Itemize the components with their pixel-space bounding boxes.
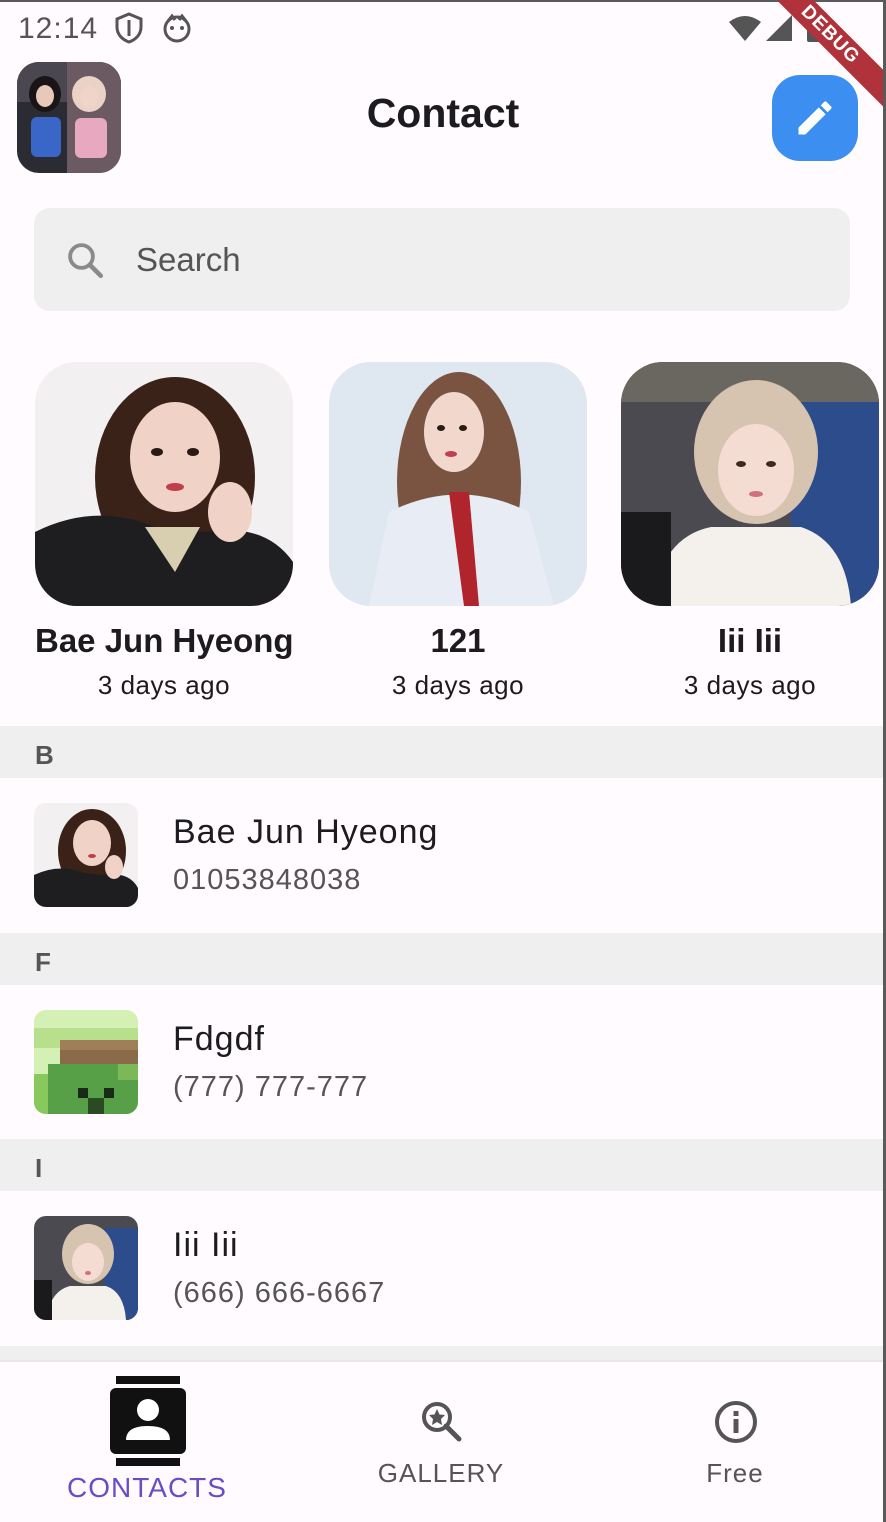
contact-name: Bae Jun Hyeong bbox=[173, 813, 439, 851]
recent-contact-name: Bae Jun Hyeong bbox=[35, 622, 294, 659]
signal-icon bbox=[764, 14, 794, 47]
recent-contact-card[interactable]: Bae Jun Hyeong 3 days ago bbox=[35, 362, 294, 701]
bottom-navigation: CONTACTS GALLERY Free bbox=[0, 1360, 883, 1522]
section-header-i: I bbox=[0, 1139, 883, 1191]
section-header-b: B bbox=[0, 726, 883, 778]
image-search-icon bbox=[422, 1402, 462, 1442]
contact-row[interactable]: Fdgdf (777) 777-777 bbox=[0, 985, 883, 1140]
contact-avatar bbox=[34, 803, 138, 907]
contact-phone: (666) 666-6667 bbox=[173, 1277, 386, 1309]
search-placeholder: Search bbox=[136, 240, 241, 278]
nav-contacts-label: CONTACTS bbox=[67, 1472, 227, 1503]
contact-avatar bbox=[34, 1010, 138, 1114]
pencil-icon bbox=[798, 101, 832, 135]
section-header-f: F bbox=[0, 933, 883, 985]
recent-contact-card[interactable]: 121 3 days ago bbox=[329, 362, 587, 701]
recent-contact-time: 3 days ago bbox=[683, 670, 817, 700]
recent-contact-time: 3 days ago bbox=[97, 670, 231, 700]
recent-contact-photo bbox=[621, 362, 879, 606]
section-header-partial bbox=[0, 1346, 883, 1360]
recent-contact-time: 3 days ago bbox=[391, 670, 525, 700]
contact-name: Fdgdf bbox=[173, 1020, 265, 1058]
contact-name: Iii Iii bbox=[173, 1226, 239, 1264]
contact-phone: (777) 777-777 bbox=[173, 1071, 369, 1103]
contact-phone: 01053848038 bbox=[173, 864, 362, 896]
nav-gallery[interactable]: GALLERY bbox=[294, 1362, 588, 1522]
status-bar: 12:14 DEBUG bbox=[0, 0, 886, 115]
face-icon bbox=[162, 12, 192, 49]
nav-free-label: Free bbox=[706, 1458, 764, 1488]
shield-icon bbox=[114, 12, 144, 49]
nav-gallery-label: GALLERY bbox=[377, 1458, 505, 1488]
search-icon bbox=[68, 242, 104, 278]
wifi-icon bbox=[728, 14, 762, 47]
recent-contact-photo bbox=[329, 362, 587, 606]
contacts-icon bbox=[110, 1376, 186, 1466]
edit-button[interactable] bbox=[772, 75, 858, 161]
page-title: Contact bbox=[366, 90, 520, 136]
search-input[interactable]: Search bbox=[34, 208, 850, 311]
contact-row[interactable]: Iii Iii (666) 666-6667 bbox=[0, 1191, 883, 1346]
nav-contacts[interactable]: CONTACTS bbox=[0, 1362, 294, 1522]
info-icon bbox=[715, 1401, 757, 1443]
contact-avatar bbox=[34, 1216, 138, 1320]
recent-contact-photo bbox=[35, 362, 293, 606]
recent-contact-name: 121 bbox=[430, 622, 486, 659]
contact-row[interactable]: Bae Jun Hyeong 01053848038 bbox=[0, 778, 883, 933]
recent-contact-name: Iii Iii bbox=[717, 622, 783, 659]
nav-free[interactable]: Free bbox=[588, 1362, 882, 1522]
status-time: 12:14 bbox=[18, 12, 99, 45]
recent-contact-card[interactable]: Iii Iii 3 days ago bbox=[621, 362, 879, 701]
